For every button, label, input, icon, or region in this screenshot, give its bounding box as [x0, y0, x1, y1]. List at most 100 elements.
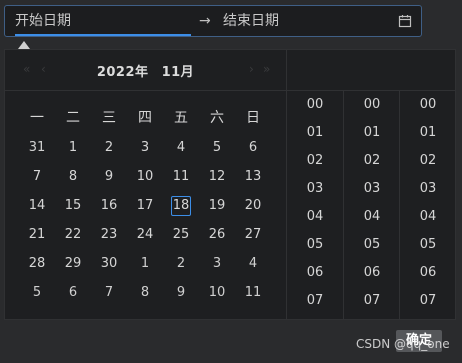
- hour-column[interactable]: 00 01 02 03 04 05 06 07: [287, 91, 343, 319]
- calendar-day[interactable]: 16: [91, 191, 127, 220]
- calendar-grid: 一二三四五六日 31 1 2 3 4 5 6 7 8 9 10 11 12 13 14 15 16 17 18 19 20…: [19, 104, 271, 307]
- calendar-day[interactable]: 24: [127, 220, 163, 249]
- picker-panel: « ‹ 2022年 11月 › » 一二三四五六日 31 1 2 3 4 5 6 7 8 9 10 11…: [4, 49, 456, 320]
- calendar-day-label: 3: [140, 140, 150, 155]
- hour-option[interactable]: 02: [287, 147, 343, 175]
- minute-option[interactable]: 05: [344, 231, 400, 259]
- calendar-day[interactable]: 5: [199, 133, 235, 162]
- hour-option[interactable]: 06: [287, 259, 343, 287]
- second-option[interactable]: 05: [400, 231, 456, 259]
- calendar-day[interactable]: 28: [19, 249, 55, 278]
- calendar-day-label: 26: [208, 227, 226, 242]
- calendar-day-label: 4: [248, 256, 258, 271]
- hour-option[interactable]: 05: [287, 231, 343, 259]
- calendar-day[interactable]: 3: [199, 249, 235, 278]
- calendar-day[interactable]: 14: [19, 191, 55, 220]
- calendar-day[interactable]: 4: [235, 249, 271, 278]
- calendar-day-label: 19: [208, 198, 226, 213]
- calendar-day-label: 8: [68, 169, 78, 184]
- calendar-day-label: 28: [28, 256, 46, 271]
- next-month-icon[interactable]: ›: [249, 62, 254, 76]
- next-year-icon[interactable]: »: [263, 62, 270, 76]
- calendar-day[interactable]: 3: [127, 133, 163, 162]
- end-date-field[interactable]: 结束日期: [223, 6, 383, 36]
- calendar-day[interactable]: 8: [127, 278, 163, 307]
- calendar-day[interactable]: 31: [19, 133, 55, 162]
- calendar-day[interactable]: 17: [127, 191, 163, 220]
- calendar-day[interactable]: 2: [163, 249, 199, 278]
- start-date-field[interactable]: 开始日期: [15, 6, 191, 36]
- calendar-day-today[interactable]: 18: [163, 191, 199, 220]
- hour-option[interactable]: 04: [287, 203, 343, 231]
- calendar-day[interactable]: 23: [91, 220, 127, 249]
- calendar-day[interactable]: 8: [55, 162, 91, 191]
- calendar-day-label: 2: [104, 140, 114, 155]
- calendar-day[interactable]: 7: [19, 162, 55, 191]
- calendar-day[interactable]: 30: [91, 249, 127, 278]
- calendar-day[interactable]: 13: [235, 162, 271, 191]
- calendar-day[interactable]: 5: [19, 278, 55, 307]
- hour-option[interactable]: 03: [287, 175, 343, 203]
- calendar-header: « ‹ 2022年 11月 › »: [5, 50, 286, 91]
- calendar-day[interactable]: 26: [199, 220, 235, 249]
- weekday-header: 五: [174, 110, 188, 126]
- second-column[interactable]: 00 01 02 03 04 05 06 07: [399, 91, 456, 319]
- calendar-day[interactable]: 2: [91, 133, 127, 162]
- hour-option[interactable]: 07: [287, 287, 343, 315]
- calendar-day[interactable]: 20: [235, 191, 271, 220]
- calendar-day[interactable]: 25: [163, 220, 199, 249]
- minute-column[interactable]: 00 01 02 03 04 05 06 07: [343, 91, 400, 319]
- calendar-day[interactable]: 29: [55, 249, 91, 278]
- weekday-header: 一: [30, 110, 44, 126]
- minute-option[interactable]: 00: [344, 91, 400, 119]
- calendar-day[interactable]: 19: [199, 191, 235, 220]
- calendar-day[interactable]: 6: [235, 133, 271, 162]
- second-option[interactable]: 07: [400, 287, 456, 315]
- minute-option[interactable]: 01: [344, 119, 400, 147]
- hour-option[interactable]: 01: [287, 119, 343, 147]
- calendar-day[interactable]: 11: [163, 162, 199, 191]
- second-option[interactable]: 01: [400, 119, 456, 147]
- calendar-day[interactable]: 12: [199, 162, 235, 191]
- calendar-day[interactable]: 21: [19, 220, 55, 249]
- calendar-day-label: 22: [64, 227, 82, 242]
- calendar-day[interactable]: 6: [55, 278, 91, 307]
- hour-option[interactable]: 00: [287, 91, 343, 119]
- calendar-day-label: 10: [208, 285, 226, 300]
- minute-option[interactable]: 02: [344, 147, 400, 175]
- second-option[interactable]: 03: [400, 175, 456, 203]
- calendar-day[interactable]: 10: [199, 278, 235, 307]
- calendar-icon[interactable]: [398, 14, 412, 28]
- second-option[interactable]: 02: [400, 147, 456, 175]
- range-separator-icon: →: [199, 13, 211, 29]
- calendar-day[interactable]: 11: [235, 278, 271, 307]
- time-header: [287, 50, 455, 91]
- minute-option[interactable]: 06: [344, 259, 400, 287]
- calendar-month[interactable]: 11月: [162, 65, 195, 80]
- calendar-day[interactable]: 1: [55, 133, 91, 162]
- calendar-year[interactable]: 2022年: [97, 65, 149, 80]
- minute-option[interactable]: 04: [344, 203, 400, 231]
- watermark: CSDN @qq_one: [356, 337, 450, 351]
- minute-option[interactable]: 07: [344, 287, 400, 315]
- calendar-day[interactable]: 15: [55, 191, 91, 220]
- calendar-day-label: 16: [100, 198, 118, 213]
- minute-option[interactable]: 03: [344, 175, 400, 203]
- second-option[interactable]: 06: [400, 259, 456, 287]
- calendar-day[interactable]: 27: [235, 220, 271, 249]
- calendar-day-label: 24: [136, 227, 154, 242]
- calendar-day-label: 2: [176, 256, 186, 271]
- date-range-input[interactable]: 开始日期 → 结束日期: [4, 5, 422, 37]
- calendar-day[interactable]: 1: [127, 249, 163, 278]
- second-option[interactable]: 00: [400, 91, 456, 119]
- calendar-day[interactable]: 4: [163, 133, 199, 162]
- calendar-day-label: 7: [104, 285, 114, 300]
- calendar-day[interactable]: 9: [91, 162, 127, 191]
- second-option[interactable]: 04: [400, 203, 456, 231]
- calendar-day[interactable]: 10: [127, 162, 163, 191]
- calendar-day[interactable]: 9: [163, 278, 199, 307]
- calendar-day-label: 7: [32, 169, 42, 184]
- calendar-day[interactable]: 7: [91, 278, 127, 307]
- calendar-day[interactable]: 22: [55, 220, 91, 249]
- calendar-day-label: 5: [32, 285, 42, 300]
